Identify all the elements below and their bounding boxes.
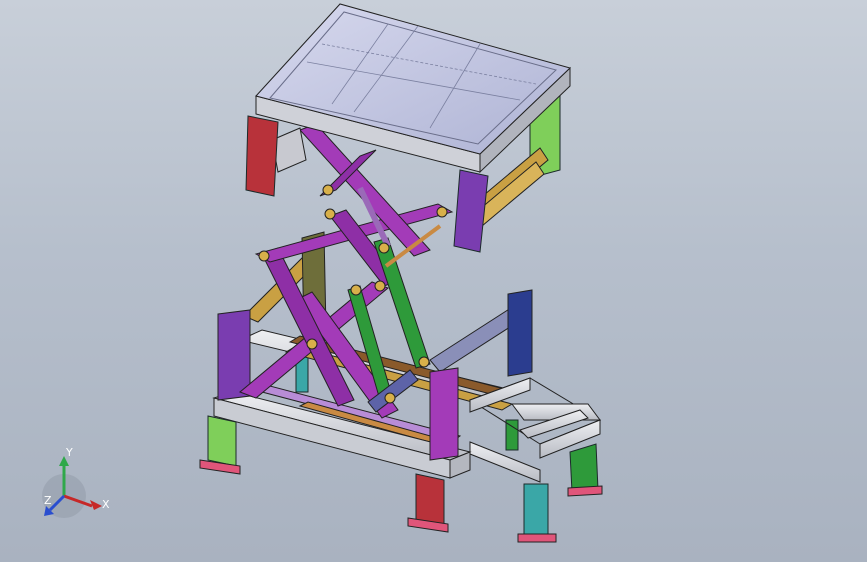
extension-foot-teal	[517, 533, 557, 543]
upper-leg-front-left	[245, 115, 279, 197]
base-leg-front-left	[207, 415, 237, 467]
y-axis-label: Y	[65, 446, 73, 459]
guide-post-navy	[507, 289, 533, 377]
base-leg-front-right	[415, 473, 445, 527]
x-axis-label: X	[102, 498, 110, 511]
guide-post-purple-right	[429, 367, 459, 461]
pivot-pin-4	[436, 206, 448, 218]
extension-foot-green	[567, 485, 603, 497]
axis-triad-icon: Y X Z	[42, 446, 110, 518]
pivot-pin-10	[384, 392, 396, 404]
pivot-pin-2	[322, 184, 334, 196]
scissor-lift-model[interactable]	[0, 0, 867, 562]
base-frame[interactable]	[199, 329, 603, 543]
pivot-pin-6	[350, 284, 362, 296]
pivot-pin-3	[324, 208, 336, 220]
extension-leg-teal	[523, 483, 549, 537]
extension-rail-front	[469, 441, 541, 483]
hydraulic-cylinder-a	[373, 237, 431, 369]
guide-post-purple-left	[217, 309, 251, 401]
pivot-pin-8	[306, 338, 318, 350]
cad-viewport[interactable]: Y X Z	[0, 0, 867, 562]
pivot-pin-5	[378, 242, 390, 254]
pivot-pin-1	[258, 250, 270, 262]
upper-leg-front-right	[453, 169, 489, 253]
pivot-pin-9	[418, 356, 430, 368]
z-axis-label: Z	[44, 494, 52, 507]
extension-leg-green	[569, 443, 599, 493]
pivot-pin-7	[374, 280, 386, 292]
base-leg-back-right	[505, 419, 519, 451]
